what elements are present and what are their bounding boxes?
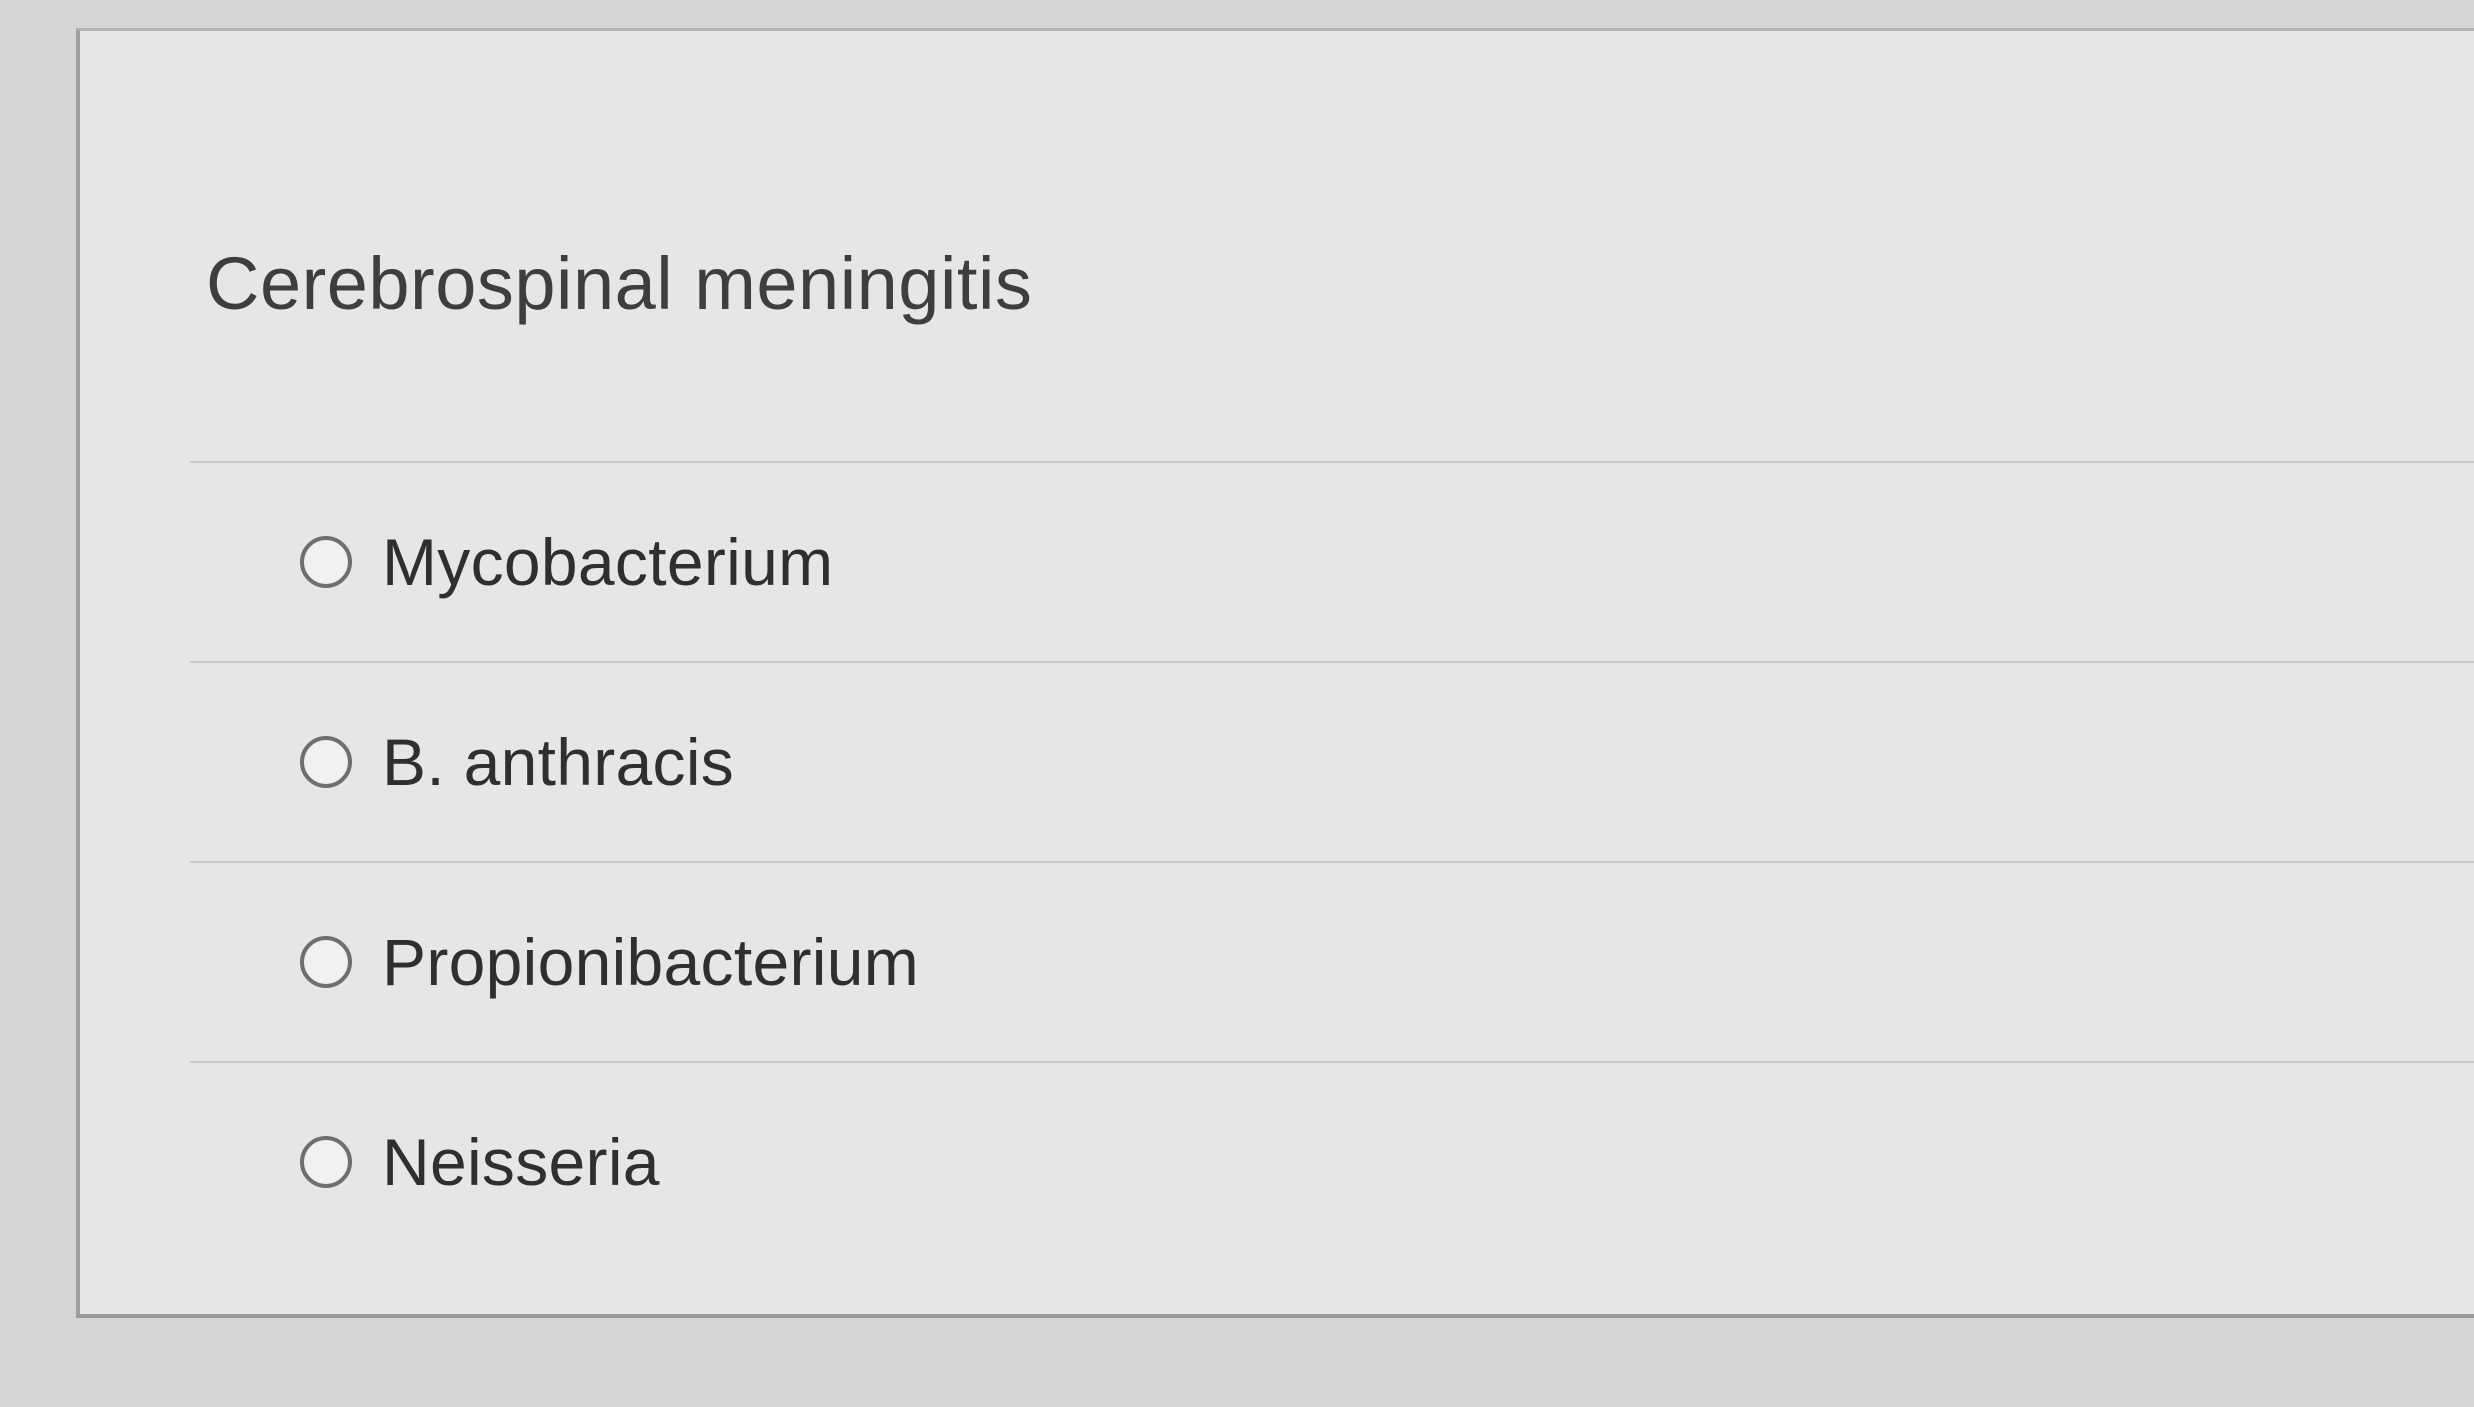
radio-button-icon[interactable] (300, 1136, 352, 1188)
option-mycobacterium[interactable]: Mycobacterium (190, 461, 2474, 661)
radio-button-icon[interactable] (300, 736, 352, 788)
question-card: Cerebrospinal meningitis Mycobacterium B… (76, 28, 2474, 1318)
question-title: Cerebrospinal meningitis (206, 242, 1033, 325)
quiz-page: Cerebrospinal meningitis Mycobacterium B… (0, 0, 2474, 1407)
option-neisseria[interactable]: Neisseria (190, 1061, 2474, 1261)
radio-button-icon[interactable] (300, 936, 352, 988)
option-label: B. anthracis (382, 725, 735, 799)
answer-options: Mycobacterium B. anthracis Propionibacte… (190, 461, 2474, 1261)
option-propionibacterium[interactable]: Propionibacterium (190, 861, 2474, 1061)
option-b-anthracis[interactable]: B. anthracis (190, 661, 2474, 861)
option-label: Mycobacterium (382, 525, 834, 599)
radio-button-icon[interactable] (300, 536, 352, 588)
option-label: Propionibacterium (382, 925, 920, 999)
option-label: Neisseria (382, 1125, 660, 1199)
